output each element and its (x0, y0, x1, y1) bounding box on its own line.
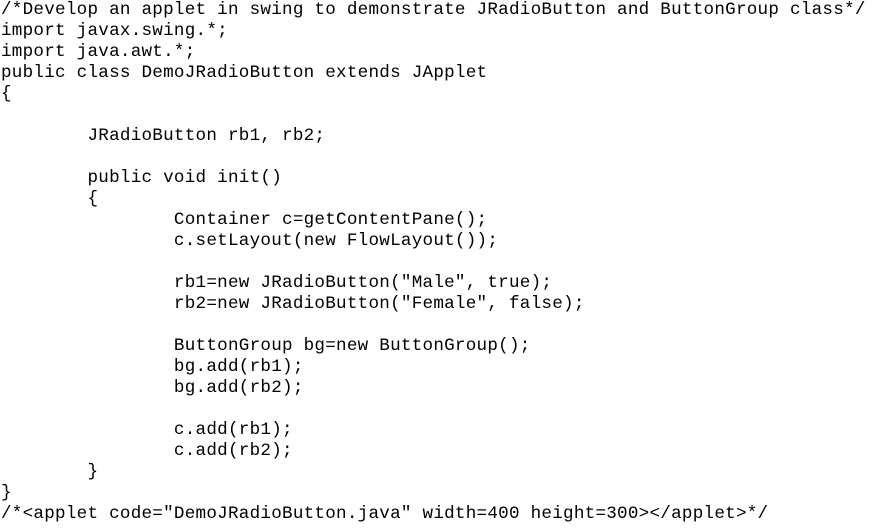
code-line-3: import java.awt.*; (1, 42, 196, 62)
code-line-18: bg.add(rb1); (1, 357, 304, 377)
code-line-22: c.add(rb2); (1, 441, 293, 461)
code-line-14: rb1=new JRadioButton("Male", true); (1, 273, 553, 293)
code-line-17: ButtonGroup bg=new ButtonGroup(); (1, 336, 531, 356)
code-line-19: bg.add(rb2); (1, 378, 304, 398)
code-line-2: import javax.swing.*; (1, 21, 228, 41)
code-line-12: c.setLayout(new FlowLayout()); (1, 231, 499, 251)
code-line-1: /*Develop an applet in swing to demonstr… (1, 0, 866, 20)
code-listing: /*Develop an applet in swing to demonstr… (1, 0, 885, 525)
code-line-10: { (1, 189, 99, 209)
code-line-4: public class DemoJRadioButton extends JA… (1, 63, 488, 83)
code-line-9: public void init() (1, 168, 283, 188)
code-line-23: } (1, 462, 99, 482)
code-line-15: rb2=new JRadioButton("Female", false); (1, 294, 585, 314)
code-line-24: } (1, 483, 12, 503)
code-line-5: { (1, 84, 12, 104)
code-line-7: JRadioButton rb1, rb2; (1, 126, 326, 146)
code-line-25: /*<applet code="DemoJRadioButton.java" w… (1, 504, 769, 524)
code-line-21: c.add(rb1); (1, 420, 293, 440)
code-line-11: Container c=getContentPane(); (1, 210, 488, 230)
